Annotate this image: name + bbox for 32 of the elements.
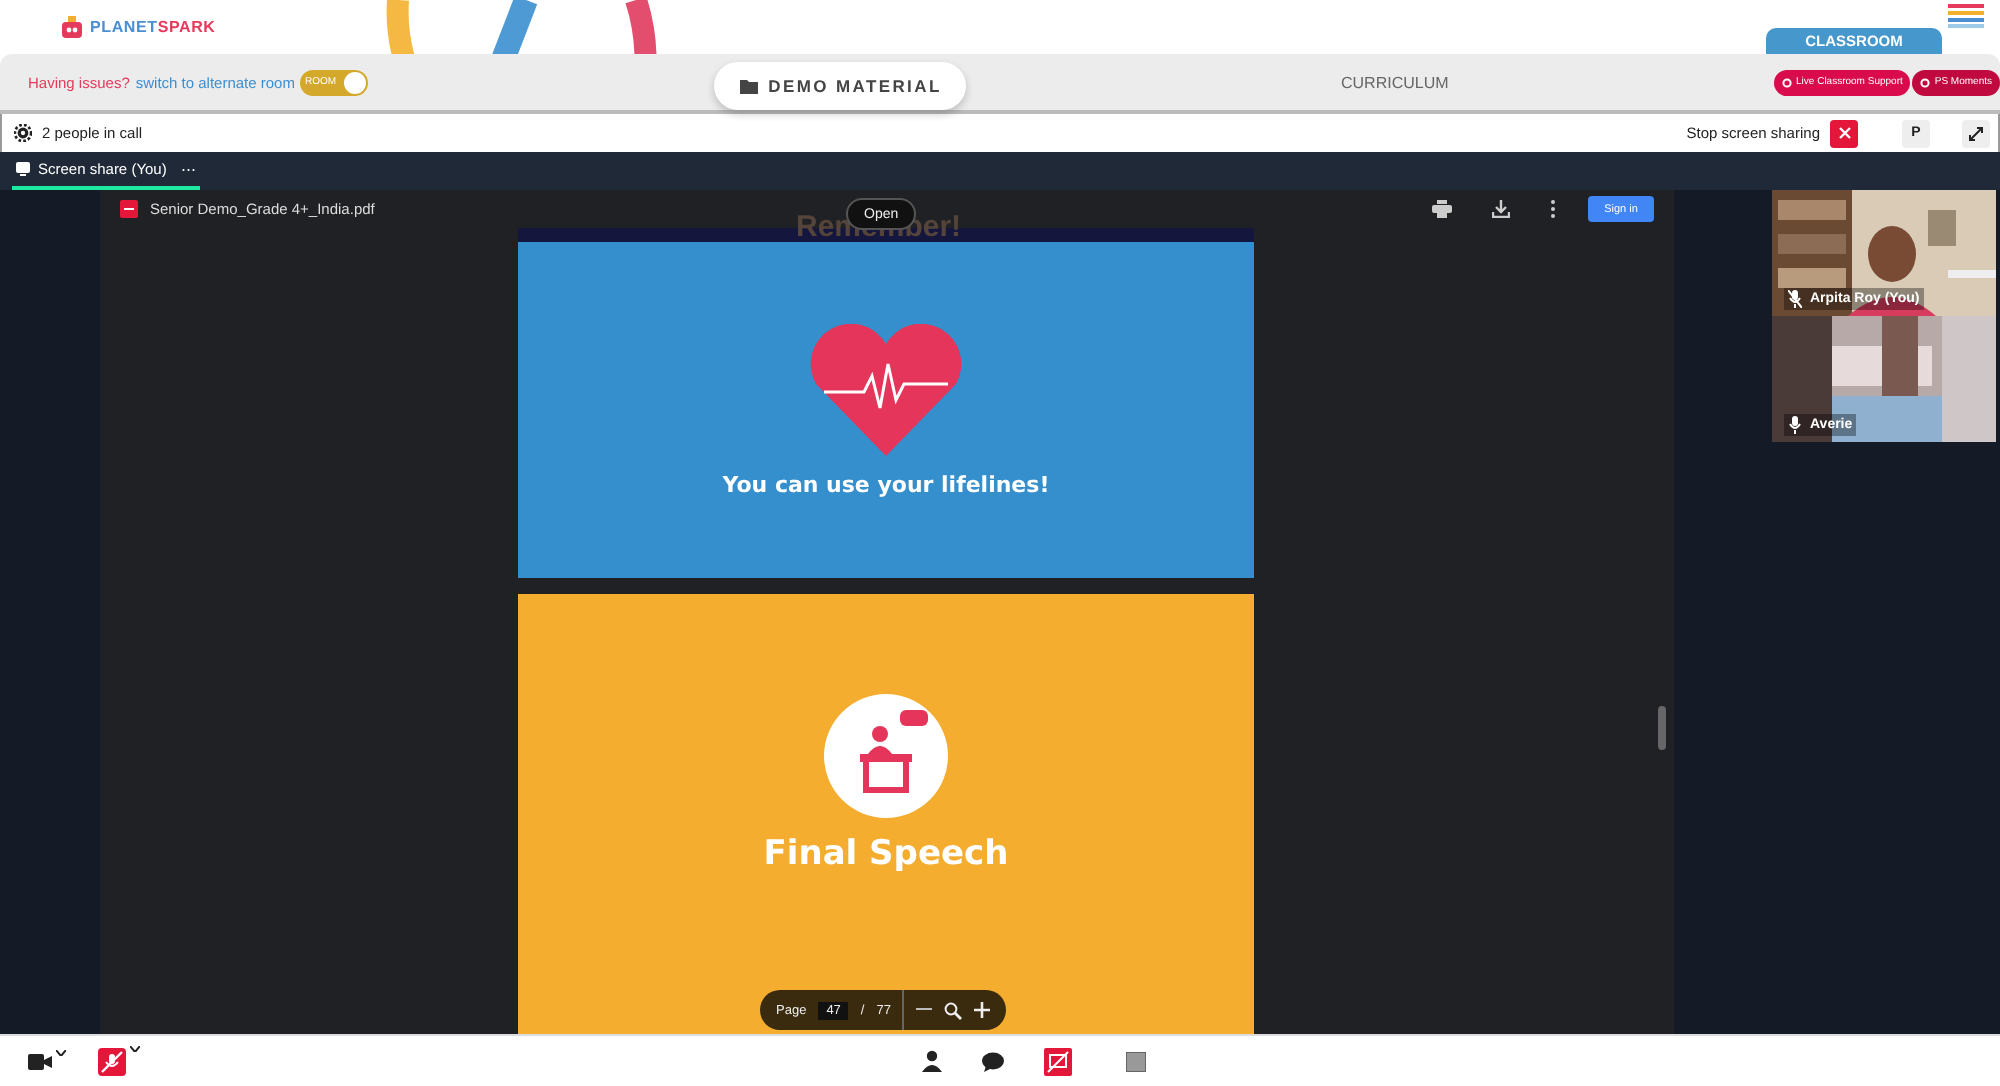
scrollbar-thumb[interactable] — [1658, 706, 1666, 750]
close-icon — [1837, 126, 1851, 140]
menu-icon[interactable] — [1948, 3, 1984, 27]
slide-title: Final Speech — [763, 834, 1009, 874]
fullscreen-button[interactable] — [1962, 119, 1990, 147]
more-icon[interactable] — [1550, 200, 1556, 219]
stop-sharing-button[interactable] — [1830, 119, 1858, 147]
heartbeat-icon — [808, 323, 964, 455]
expand-icon — [1968, 125, 1984, 141]
circle-icon — [1782, 77, 1793, 87]
chat-icon[interactable] — [982, 1051, 1004, 1071]
download-icon[interactable] — [1492, 200, 1510, 219]
stop-share-icon[interactable] — [1044, 1047, 1072, 1075]
person-icon[interactable] — [922, 1050, 942, 1072]
folder-icon — [740, 79, 759, 93]
curriculum-tab[interactable]: CURRICULUM — [1340, 73, 1449, 91]
logo-icon — [60, 15, 84, 39]
mic-muted-icon[interactable] — [98, 1047, 126, 1075]
demo-material-button[interactable]: DEMO MATERIAL — [714, 62, 967, 110]
circle-icon — [1920, 77, 1931, 87]
print-icon[interactable] — [1432, 200, 1452, 219]
zoom-in-icon[interactable] — [974, 1002, 991, 1018]
slide-caption: You can use your lifelines! — [722, 471, 1050, 497]
camera-icon[interactable] — [28, 1053, 52, 1069]
zoom-icon[interactable] — [944, 1001, 963, 1019]
pdf-file-icon — [120, 200, 138, 219]
monitor-icon — [16, 162, 30, 176]
logo-text: PLANETSPARK — [90, 18, 216, 36]
speaker-podium-icon — [824, 694, 948, 818]
caret-icon[interactable] — [56, 1050, 66, 1056]
caret-icon[interactable] — [130, 1046, 140, 1052]
settings-icon[interactable] — [14, 124, 32, 142]
